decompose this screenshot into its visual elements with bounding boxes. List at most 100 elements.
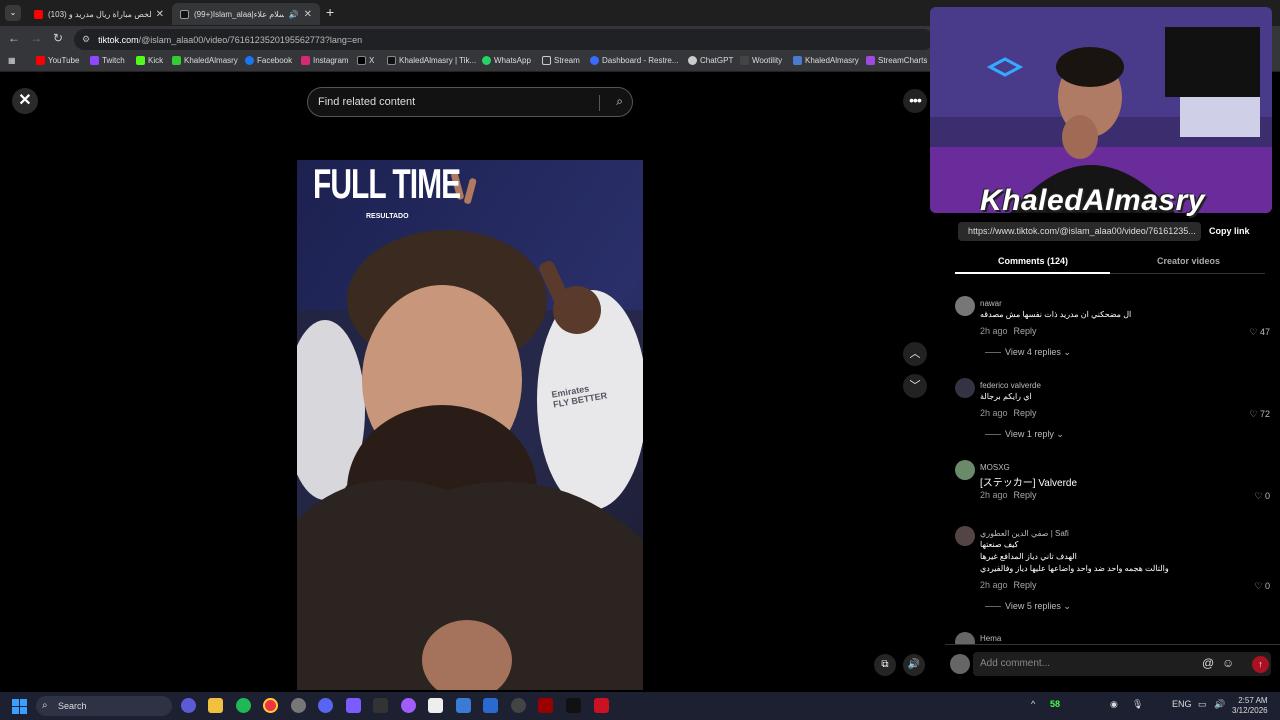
comment-author[interactable]: MOSXG: [980, 463, 1010, 472]
reply-button[interactable]: Reply: [1014, 326, 1037, 336]
tab-close-icon[interactable]: ✕: [304, 9, 312, 20]
discord-tray-icon[interactable]: ◉: [1110, 699, 1118, 710]
tab-youtube[interactable]: (103) ملخص مباراة ريال مدريد و ✕: [26, 3, 172, 25]
view-replies-label: View 5 replies: [1005, 601, 1061, 611]
bookmark-youtube[interactable]: YouTube: [36, 56, 79, 65]
like-button[interactable]: ♡ 0: [1254, 491, 1270, 502]
chrome-icon[interactable]: [263, 698, 278, 713]
bookmark-facebook[interactable]: Facebook: [245, 56, 292, 65]
video-player[interactable]: FULL TIME RESULTADO Emirates FLY BETTER: [297, 160, 643, 690]
bookmark-stream[interactable]: Stream: [542, 56, 580, 65]
copilot-icon[interactable]: [181, 698, 196, 713]
app-icon[interactable]: [511, 698, 526, 713]
display-icon[interactable]: ▭: [1198, 699, 1207, 710]
tab-tiktok[interactable]: (99+)Islam_alaa|اسلام علاء 🔊 ✕: [172, 3, 320, 25]
chevron-up-icon[interactable]: ^: [1031, 699, 1035, 709]
settings-icon[interactable]: [291, 698, 306, 713]
mention-icon[interactable]: @: [1202, 656, 1214, 670]
streamer-name: KhaledAlmasry: [980, 184, 1205, 217]
comment-author[interactable]: nawar: [980, 299, 1002, 308]
comment-author[interactable]: Hema: [980, 634, 1001, 643]
floating-player-icon[interactable]: ⧉: [874, 654, 896, 676]
language-indicator[interactable]: ENG: [1172, 699, 1192, 709]
comment-author[interactable]: صفي الدين العطوري | Safi: [980, 529, 1069, 538]
view-replies-button[interactable]: View 1 reply ⌄: [985, 429, 1064, 440]
volume-icon[interactable]: 🔊: [903, 654, 925, 676]
app-icon[interactable]: [566, 698, 581, 713]
app-icon[interactable]: [538, 698, 553, 713]
speaker-icon[interactable]: 🔊: [289, 10, 299, 19]
like-button[interactable]: ♡ 0: [1254, 581, 1270, 592]
reply-button[interactable]: Reply: [1014, 580, 1037, 590]
view-replies-button[interactable]: View 4 replies ⌄: [985, 347, 1071, 358]
previous-video-button[interactable]: ︿: [903, 342, 927, 366]
next-video-button[interactable]: ﹀: [903, 374, 927, 398]
bookmark-x[interactable]: X: [357, 56, 374, 65]
bookmark-label: KhaledAlmasry: [184, 56, 238, 65]
comment-author[interactable]: federico valverde: [980, 381, 1041, 390]
avatar[interactable]: [955, 296, 975, 316]
avatar[interactable]: [955, 632, 975, 644]
spotify-icon[interactable]: [236, 698, 251, 713]
bookmark-khaledalmasry[interactable]: KhaledAlmasry: [172, 56, 238, 65]
bookmark-whatsapp[interactable]: WhatsApp: [482, 56, 531, 65]
avatar[interactable]: [955, 526, 975, 546]
app-icon[interactable]: [428, 698, 443, 713]
bookmark-restream[interactable]: Dashboard - Restre...: [590, 56, 678, 65]
chevron-down-icon: ⌄: [1063, 347, 1071, 357]
apps-icon[interactable]: ▦: [8, 56, 16, 65]
like-button[interactable]: ♡ 47: [1249, 327, 1270, 338]
back-icon[interactable]: ←: [6, 31, 22, 45]
clock[interactable]: 2:57 AM 3/12/2026: [1232, 696, 1268, 716]
app-icon[interactable]: [373, 698, 388, 713]
close-icon[interactable]: ✕: [12, 88, 38, 114]
app-icon[interactable]: [401, 698, 416, 713]
forward-icon[interactable]: →: [28, 31, 44, 45]
tab-creator-videos[interactable]: Creator videos: [1157, 256, 1220, 266]
related-search-input[interactable]: Find related content ⌕: [307, 87, 633, 117]
leaf-icon: [172, 56, 181, 65]
like-button[interactable]: ♡ 72: [1249, 409, 1270, 420]
taskbar-search[interactable]: ⌕ Search: [36, 696, 172, 716]
tab-search-button[interactable]: ⌄: [5, 5, 21, 21]
view-replies-button[interactable]: View 5 replies ⌄: [985, 601, 1071, 612]
copy-link-button[interactable]: Copy link: [1209, 226, 1250, 236]
mic-icon[interactable]: 🎙: [1132, 699, 1143, 710]
avatar[interactable]: [955, 460, 975, 480]
bookmark-streamcharts[interactable]: StreamCharts: [866, 56, 927, 65]
app-icon[interactable]: [594, 698, 609, 713]
send-icon[interactable]: ↑: [1252, 656, 1269, 673]
reply-button[interactable]: Reply: [1014, 490, 1037, 500]
volume-icon[interactable]: 🔊: [1214, 699, 1225, 710]
comment-time: 2h ago: [980, 408, 1008, 418]
reply-button[interactable]: Reply: [1014, 408, 1037, 418]
gamepad-icon[interactable]: [456, 698, 471, 713]
bookmark-chatgpt[interactable]: ChatGPT: [688, 56, 733, 65]
bookmark-khaledalmasry-2[interactable]: KhaledAlmasry: [793, 56, 859, 65]
site-info-icon[interactable]: ⚙: [82, 34, 90, 45]
address-bar[interactable]: ⚙ tiktok.com/@islam_alaa00/video/7616123…: [74, 29, 934, 50]
search-icon[interactable]: ⌕: [616, 94, 623, 109]
file-explorer-icon[interactable]: [208, 698, 223, 713]
tab-close-icon[interactable]: ✕: [156, 9, 164, 20]
bookmark-tiktok[interactable]: KhaledAlmasry | Tik...: [387, 56, 476, 65]
bookmark-twitch[interactable]: Twitch: [90, 56, 125, 65]
tab-comments[interactable]: Comments (124): [998, 256, 1068, 266]
reload-icon[interactable]: ↻: [50, 31, 66, 45]
like-count: 0: [1264, 491, 1270, 501]
bookmark-instagram[interactable]: Instagram: [301, 56, 349, 65]
share-link-field[interactable]: https://www.tiktok.com/@islam_alaa00/vid…: [958, 222, 1201, 241]
emoji-icon[interactable]: ☺: [1222, 656, 1234, 670]
windows-start-icon[interactable]: [12, 699, 27, 714]
discord-icon[interactable]: [318, 698, 333, 713]
bookmark-label: Facebook: [257, 56, 293, 65]
apps-grid-icon[interactable]: [346, 698, 361, 713]
new-tab-button[interactable]: +: [326, 4, 334, 20]
bookmark-wootility[interactable]: Wootility: [740, 56, 782, 65]
app-icon[interactable]: [483, 698, 498, 713]
x-icon: [357, 56, 366, 65]
more-options-button[interactable]: •••: [903, 89, 927, 113]
like-count: 0: [1264, 581, 1270, 591]
avatar[interactable]: [955, 378, 975, 398]
bookmark-kick[interactable]: Kick: [136, 56, 163, 65]
